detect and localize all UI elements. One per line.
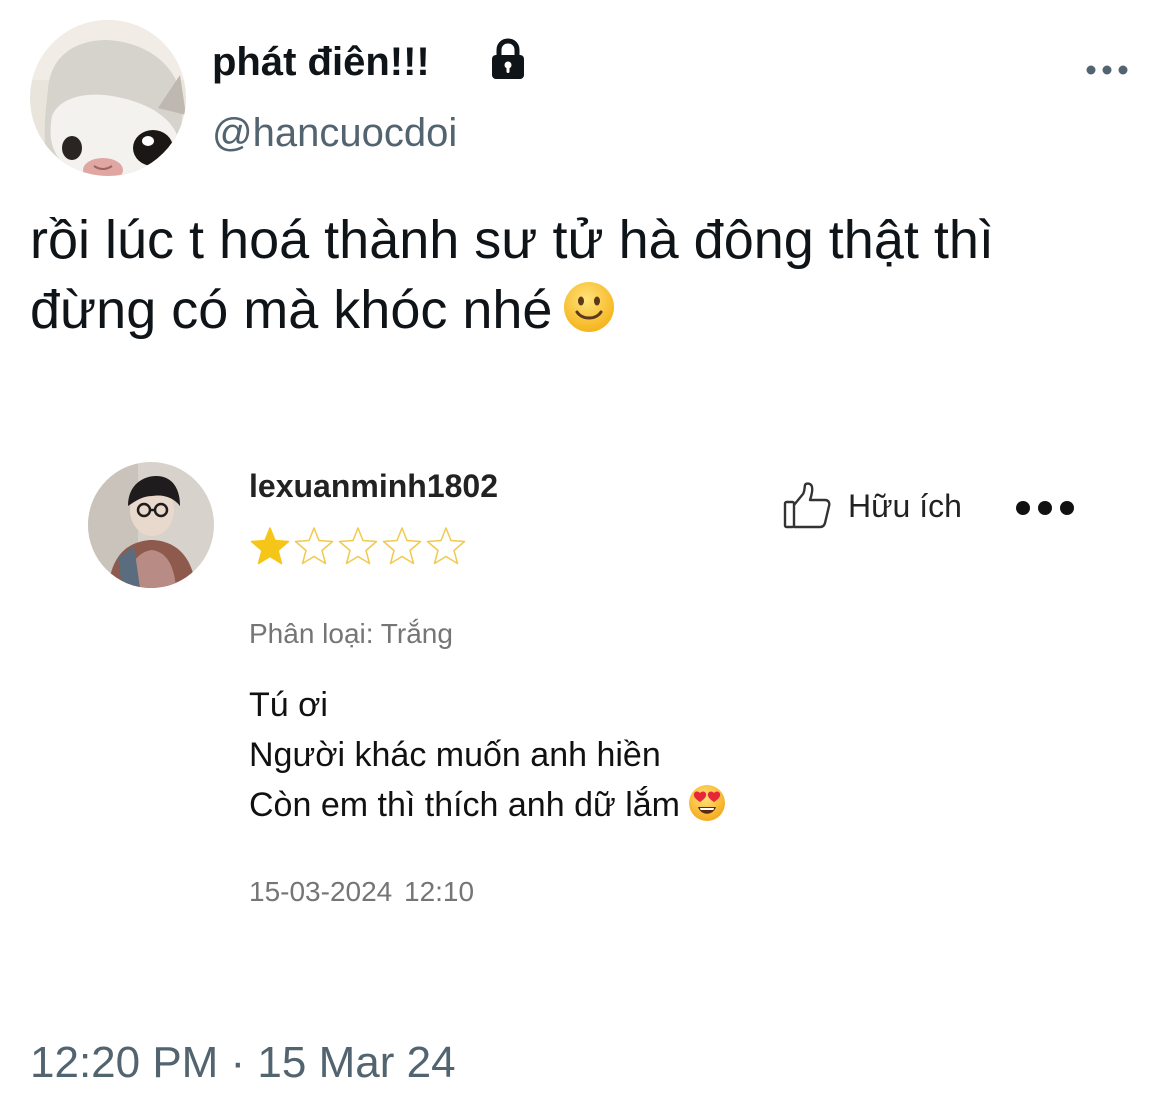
tweet-text-line: đừng có mà khóc nhé [30, 275, 1160, 345]
review-body-segment: Còn em thì thích anh dữ lắm [249, 786, 680, 824]
star-empty-icon [294, 527, 334, 565]
tweet-text-segment: đừng có mà khóc nhé [30, 280, 553, 340]
review-body-line: Tú ơi [249, 686, 328, 724]
review-body: Tú ơi Người khác muốn anh hiền Còn em th… [249, 680, 726, 830]
heart-eyes-emoji-icon [688, 785, 725, 821]
review-body-line: Còn em thì thích anh dữ lắm [249, 780, 726, 830]
author-handle[interactable]: @hancuocdoi [212, 108, 457, 158]
cat-avatar-image [30, 20, 186, 176]
reviewer-name: lexuanminh1802 [249, 468, 498, 504]
star-empty-icon [338, 527, 378, 565]
star-empty-icon [382, 527, 422, 565]
tweet-text: rồi lúc t hoá thành sư tử hà đông thật t… [30, 205, 1160, 345]
star-empty-icon [426, 527, 466, 565]
helpful-button[interactable]: Hữu ích [782, 478, 962, 534]
more-dots-icon[interactable] [1014, 496, 1076, 520]
thumbs-up-icon [783, 482, 831, 529]
review-date: 15-03-2024 12:10 [249, 876, 475, 907]
star-rating [249, 525, 473, 567]
review-body-line: Người khác muốn anh hiền [249, 736, 661, 774]
star-filled-icon [250, 527, 290, 565]
reviewer-avatar-image [88, 462, 214, 588]
more-horizontal-icon[interactable] [1084, 58, 1130, 82]
author-avatar[interactable] [30, 20, 186, 176]
tweet-text-line: rồi lúc t hoá thành sư tử hà đông thật t… [30, 210, 994, 270]
tweet-timestamp[interactable]: 12:20 PM · 15 Mar 24 [30, 1036, 456, 1090]
reviewer-avatar[interactable] [88, 462, 214, 588]
variant-label: Phân loại: Trắng [249, 618, 453, 649]
helpful-label: Hữu ích [848, 488, 962, 524]
slightly-smiling-face-icon [564, 282, 615, 332]
author-display-name[interactable]: phát điên!!! [212, 38, 430, 86]
lock-icon [492, 38, 524, 79]
